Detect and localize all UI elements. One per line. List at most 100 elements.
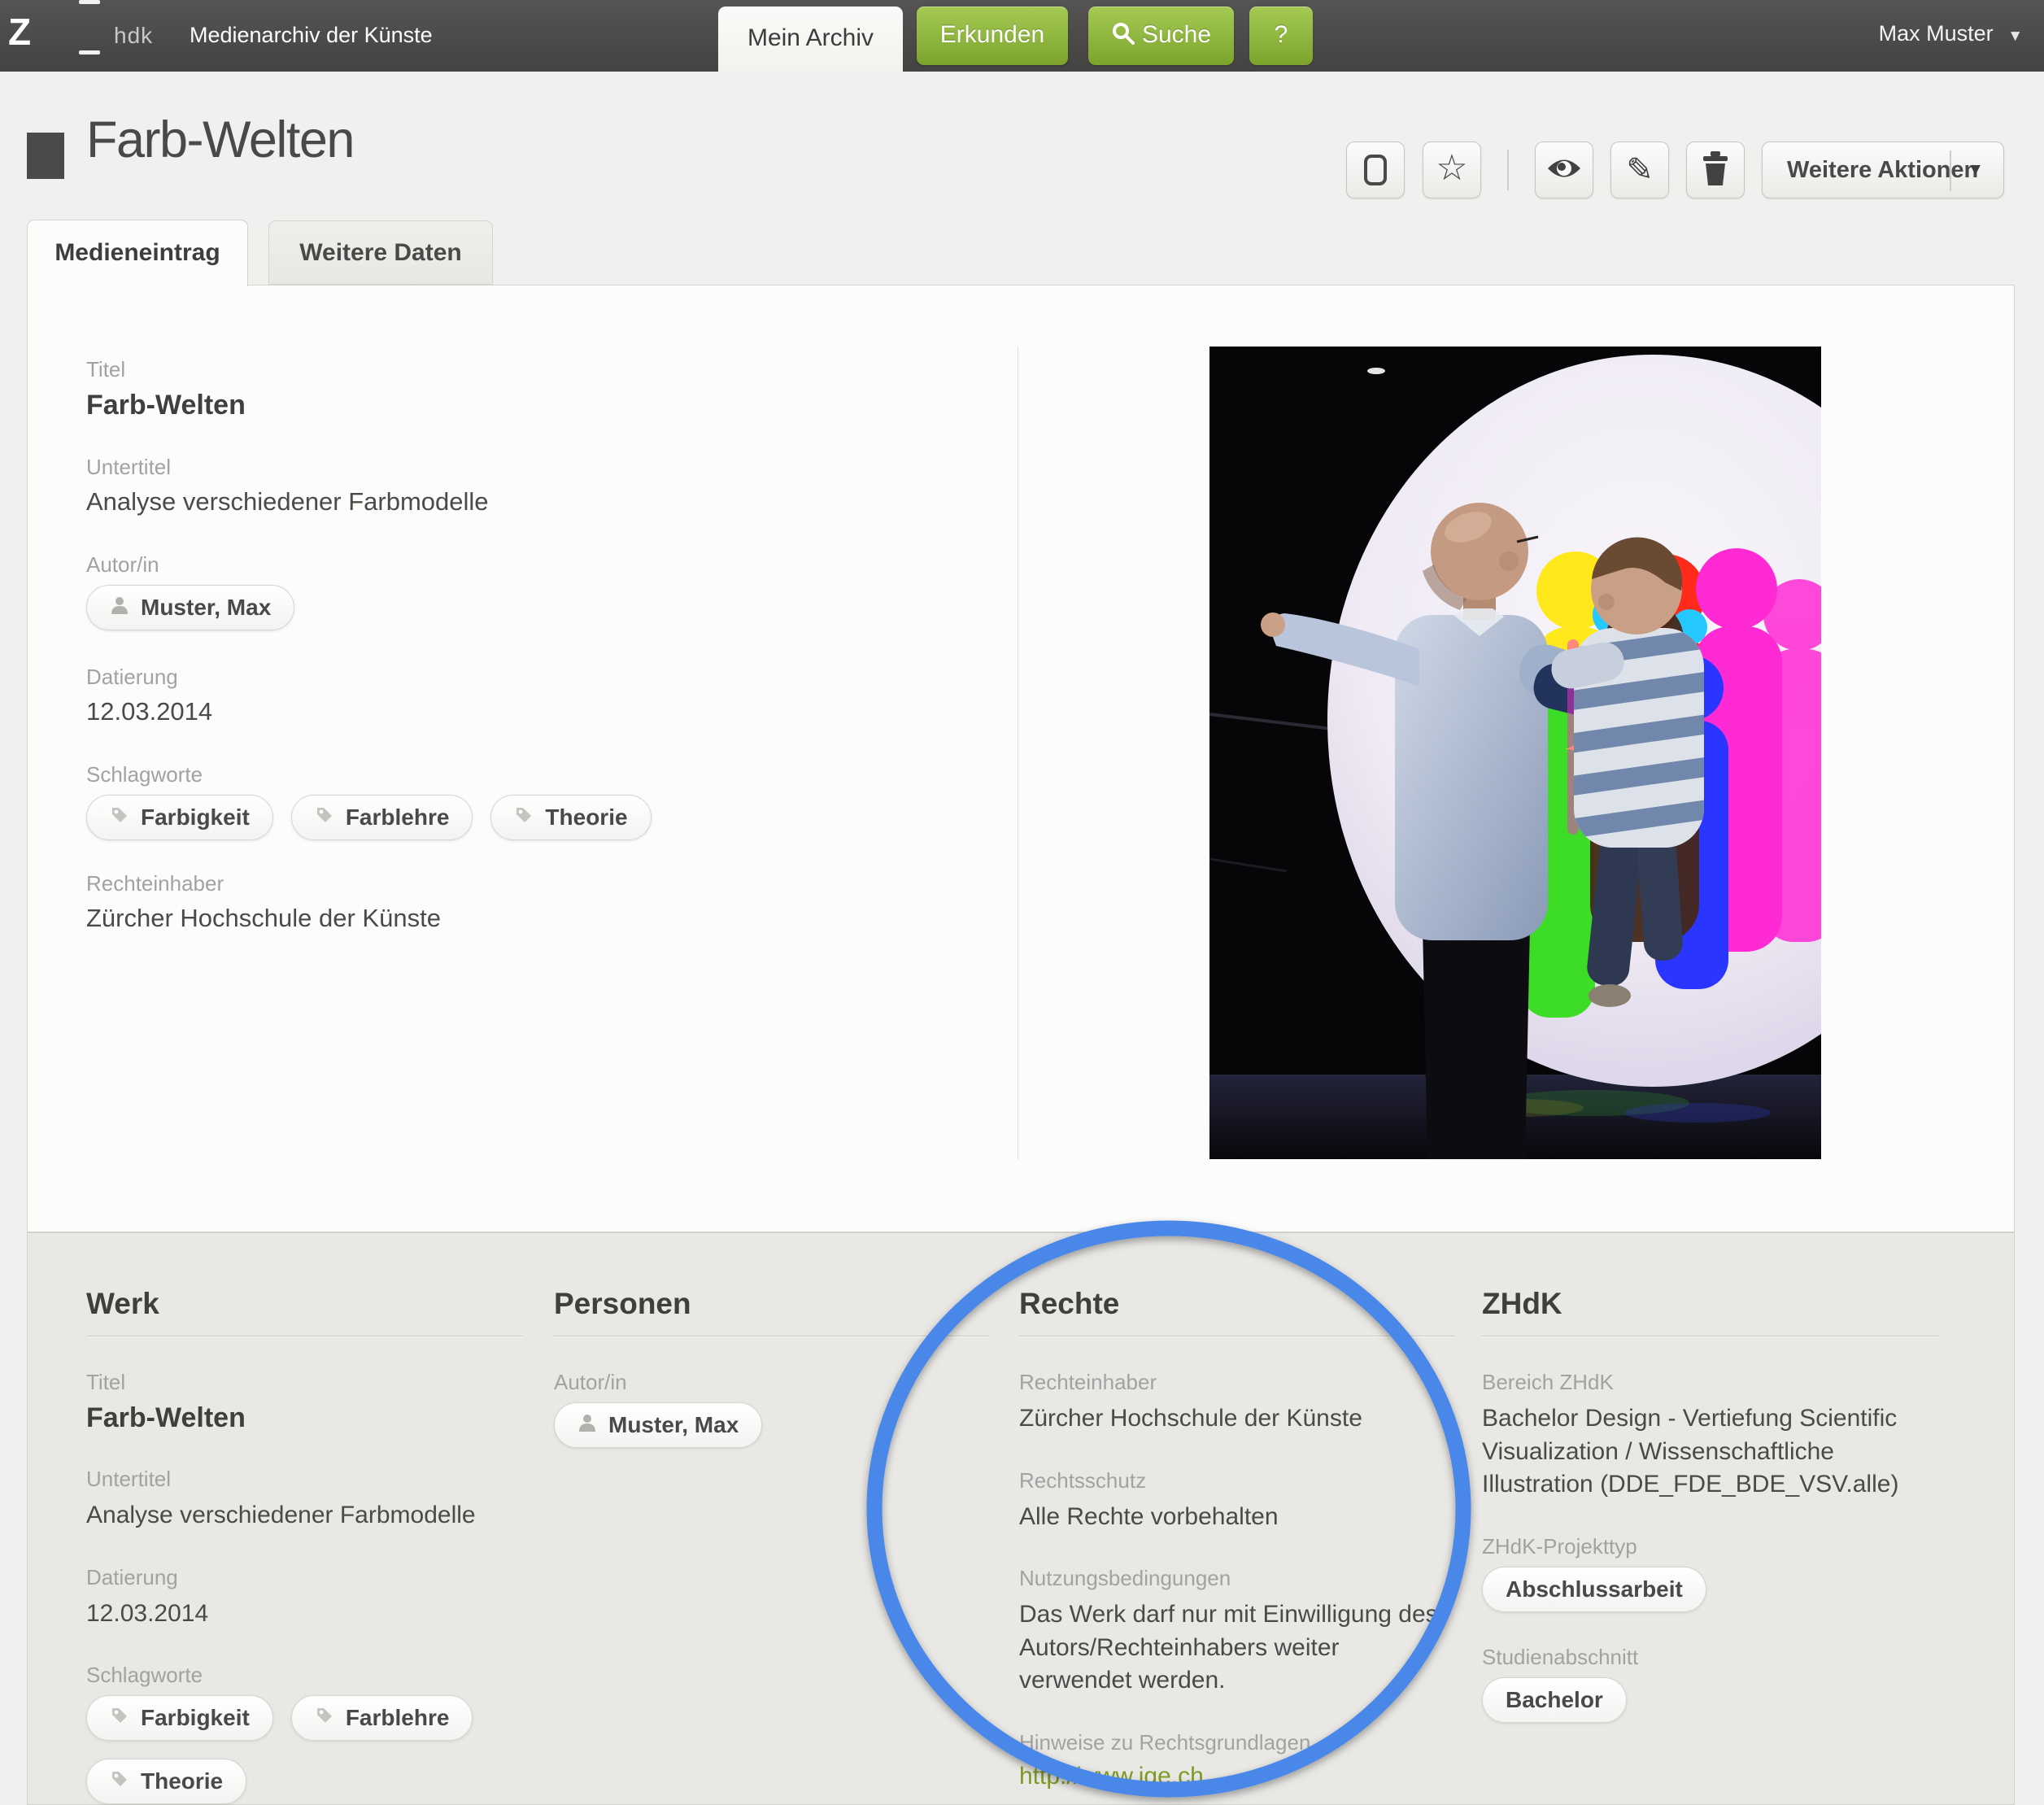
field-value: Analyse verschiedener Farbmodelle [86, 1499, 522, 1533]
field-datierung: Datierung 12.03.2014 [86, 665, 965, 726]
nav-button-help[interactable]: ? [1249, 7, 1313, 65]
field-label: Rechtsschutz [1019, 1468, 1455, 1493]
summary-column-werk: Werk Titel Farb-Welten Untertitel Analys… [86, 1287, 522, 1804]
field-titel: Titel Farb-Welten [86, 357, 965, 421]
caret-down-icon: ▼ [2007, 28, 2023, 45]
field-label: ZHdK-Projekttyp [1482, 1534, 1939, 1559]
tag-icon [110, 1705, 129, 1731]
person-icon [110, 595, 129, 621]
keyword-chip[interactable]: Theorie [490, 795, 651, 840]
search-icon [1111, 10, 1135, 67]
summary-column-rechte: Rechte Rechteinhaber Zürcher Hochschule … [1019, 1287, 1455, 1790]
field-label: Untertitel [86, 455, 965, 480]
field-label: Untertitel [86, 1467, 522, 1492]
column-heading: ZHdK [1482, 1287, 1939, 1321]
nav-button-erkunden[interactable]: Erkunden [917, 7, 1068, 65]
zhdk-logo-hdk[interactable]: hdk [114, 23, 153, 49]
user-menu[interactable]: Max Muster ▼ [1879, 21, 2023, 46]
keyword-chip[interactable]: Farblehre [291, 795, 473, 840]
keyword-chip[interactable]: Farbigkeit [86, 795, 273, 840]
field-label: Titel [86, 1370, 522, 1395]
star-icon: ☆ [1436, 150, 1467, 186]
field-label: Titel [86, 357, 965, 382]
column-heading: Rechte [1019, 1287, 1455, 1321]
field-label: Datierung [86, 665, 965, 690]
keyword-chip[interactable]: Theorie [86, 1759, 246, 1804]
field-value: Alle Rechte vorbehalten [1019, 1501, 1455, 1534]
select-entry-button[interactable] [1346, 142, 1405, 198]
rechtsgrundlagen-link[interactable]: http://www.ige.ch [1019, 1763, 1204, 1790]
field-value: Analyse verschiedener Farbmodelle [86, 487, 965, 517]
author-chip-label: Muster, Max [608, 1412, 739, 1438]
field-rechteinhaber: Rechteinhaber Zürcher Hochschule der Kün… [86, 871, 965, 933]
field-value: Bachelor Design - Vertiefung Scientific … [1482, 1402, 1939, 1502]
field-label: Rechteinhaber [86, 871, 965, 896]
field-value: 12.03.2014 [86, 1598, 522, 1631]
keyword-chip[interactable]: Farbigkeit [86, 1695, 273, 1741]
field-untertitel: Untertitel Analyse verschiedener Farbmod… [86, 455, 965, 517]
tag-icon [110, 804, 129, 831]
field-label: Bereich ZHdK [1482, 1370, 1939, 1395]
field-label: Schlagworte [86, 1663, 522, 1688]
field-label: Studienabschnitt [1482, 1645, 1939, 1670]
nav-tab-mein-archiv[interactable]: Mein Archiv [718, 7, 903, 72]
projekttyp-chip-label: Abschlussarbeit [1506, 1576, 1683, 1602]
keyword-chip[interactable]: Farblehre [291, 1695, 473, 1741]
field-value: 12.03.2014 [86, 697, 965, 726]
field-label: Rechteinhaber [1019, 1370, 1455, 1395]
entry-type-square-icon [27, 133, 64, 179]
weitere-aktionen-button[interactable]: Weitere Aktionen ▼ [1762, 142, 2004, 198]
tag-icon [315, 1705, 334, 1731]
summary-column-personen: Personen Autor/in Muster, Max [554, 1287, 990, 1448]
author-chip[interactable]: Muster, Max [86, 585, 294, 630]
field-value: Farb-Welten [86, 390, 965, 421]
column-divider [1019, 1336, 1455, 1337]
page-title: Farb-Welten [86, 111, 354, 169]
studienabschnitt-chip[interactable]: Bachelor [1482, 1677, 1627, 1723]
favorite-button[interactable]: ☆ [1423, 142, 1481, 198]
field-value: Zürcher Hochschule der Künste [1019, 1402, 1455, 1436]
summary-section: Werk Titel Farb-Welten Untertitel Analys… [27, 1232, 2015, 1805]
field-label: Autor/in [554, 1370, 990, 1395]
medieneintrag-panel: Titel Farb-Welten Untertitel Analyse ver… [27, 285, 2015, 1232]
author-chip-label: Muster, Max [141, 595, 271, 621]
author-chip[interactable]: Muster, Max [554, 1402, 762, 1448]
tab-medieneintrag[interactable]: Medieneintrag [27, 220, 248, 286]
nav-button-suche[interactable]: Suche [1088, 7, 1234, 65]
field-label: Datierung [86, 1565, 522, 1590]
zhdk-logo-z[interactable]: Z [8, 10, 29, 54]
tag-icon [514, 804, 534, 831]
keyword-chip-label: Farbigkeit [141, 1705, 250, 1731]
field-label: Schlagworte [86, 762, 965, 787]
delete-button[interactable] [1686, 142, 1745, 198]
zhdk-logo-dash-icon [79, 50, 100, 54]
field-label: Hinweise zu Rechtsgrundlagen [1019, 1730, 1455, 1755]
edit-button[interactable]: ✎ [1610, 142, 1669, 198]
keyword-chip-label: Farblehre [346, 1705, 450, 1731]
media-preview-image[interactable] [1209, 347, 1821, 1159]
tab-weitere-daten[interactable]: Weitere Daten [268, 220, 493, 285]
studienabschnitt-chip-label: Bachelor [1506, 1687, 1603, 1713]
button-divider [1950, 150, 1951, 191]
summary-column-zhdk: ZHdK Bereich ZHdK Bachelor Design - Vert… [1482, 1287, 1939, 1723]
column-divider [554, 1336, 990, 1337]
tag-icon [315, 804, 334, 831]
column-divider [86, 1336, 522, 1337]
field-value: Zürcher Hochschule der Künste [86, 904, 965, 933]
zhdk-logo-dash-icon [79, 0, 100, 4]
eye-icon [1546, 156, 1582, 185]
field-value: Farb-Welten [86, 1402, 522, 1434]
field-value: Das Werk darf nur mit Einwilligung des A… [1019, 1598, 1455, 1698]
keyword-chip-label: Farbigkeit [141, 804, 250, 831]
view-permissions-button[interactable] [1535, 142, 1593, 198]
person-icon [577, 1412, 597, 1438]
projekttyp-chip[interactable]: Abschlussarbeit [1482, 1567, 1706, 1612]
toolbar-divider [1507, 150, 1509, 190]
keyword-chip-label: Theorie [141, 1768, 223, 1794]
field-schlagworte: Schlagworte Farbigkeit Farblehre Theorie [86, 762, 965, 840]
tag-icon [110, 1768, 129, 1794]
field-autor: Autor/in Muster, Max [86, 552, 965, 630]
trash-icon [1702, 151, 1729, 190]
user-name: Max Muster [1879, 21, 1994, 46]
keyword-chip-label: Theorie [545, 804, 627, 831]
